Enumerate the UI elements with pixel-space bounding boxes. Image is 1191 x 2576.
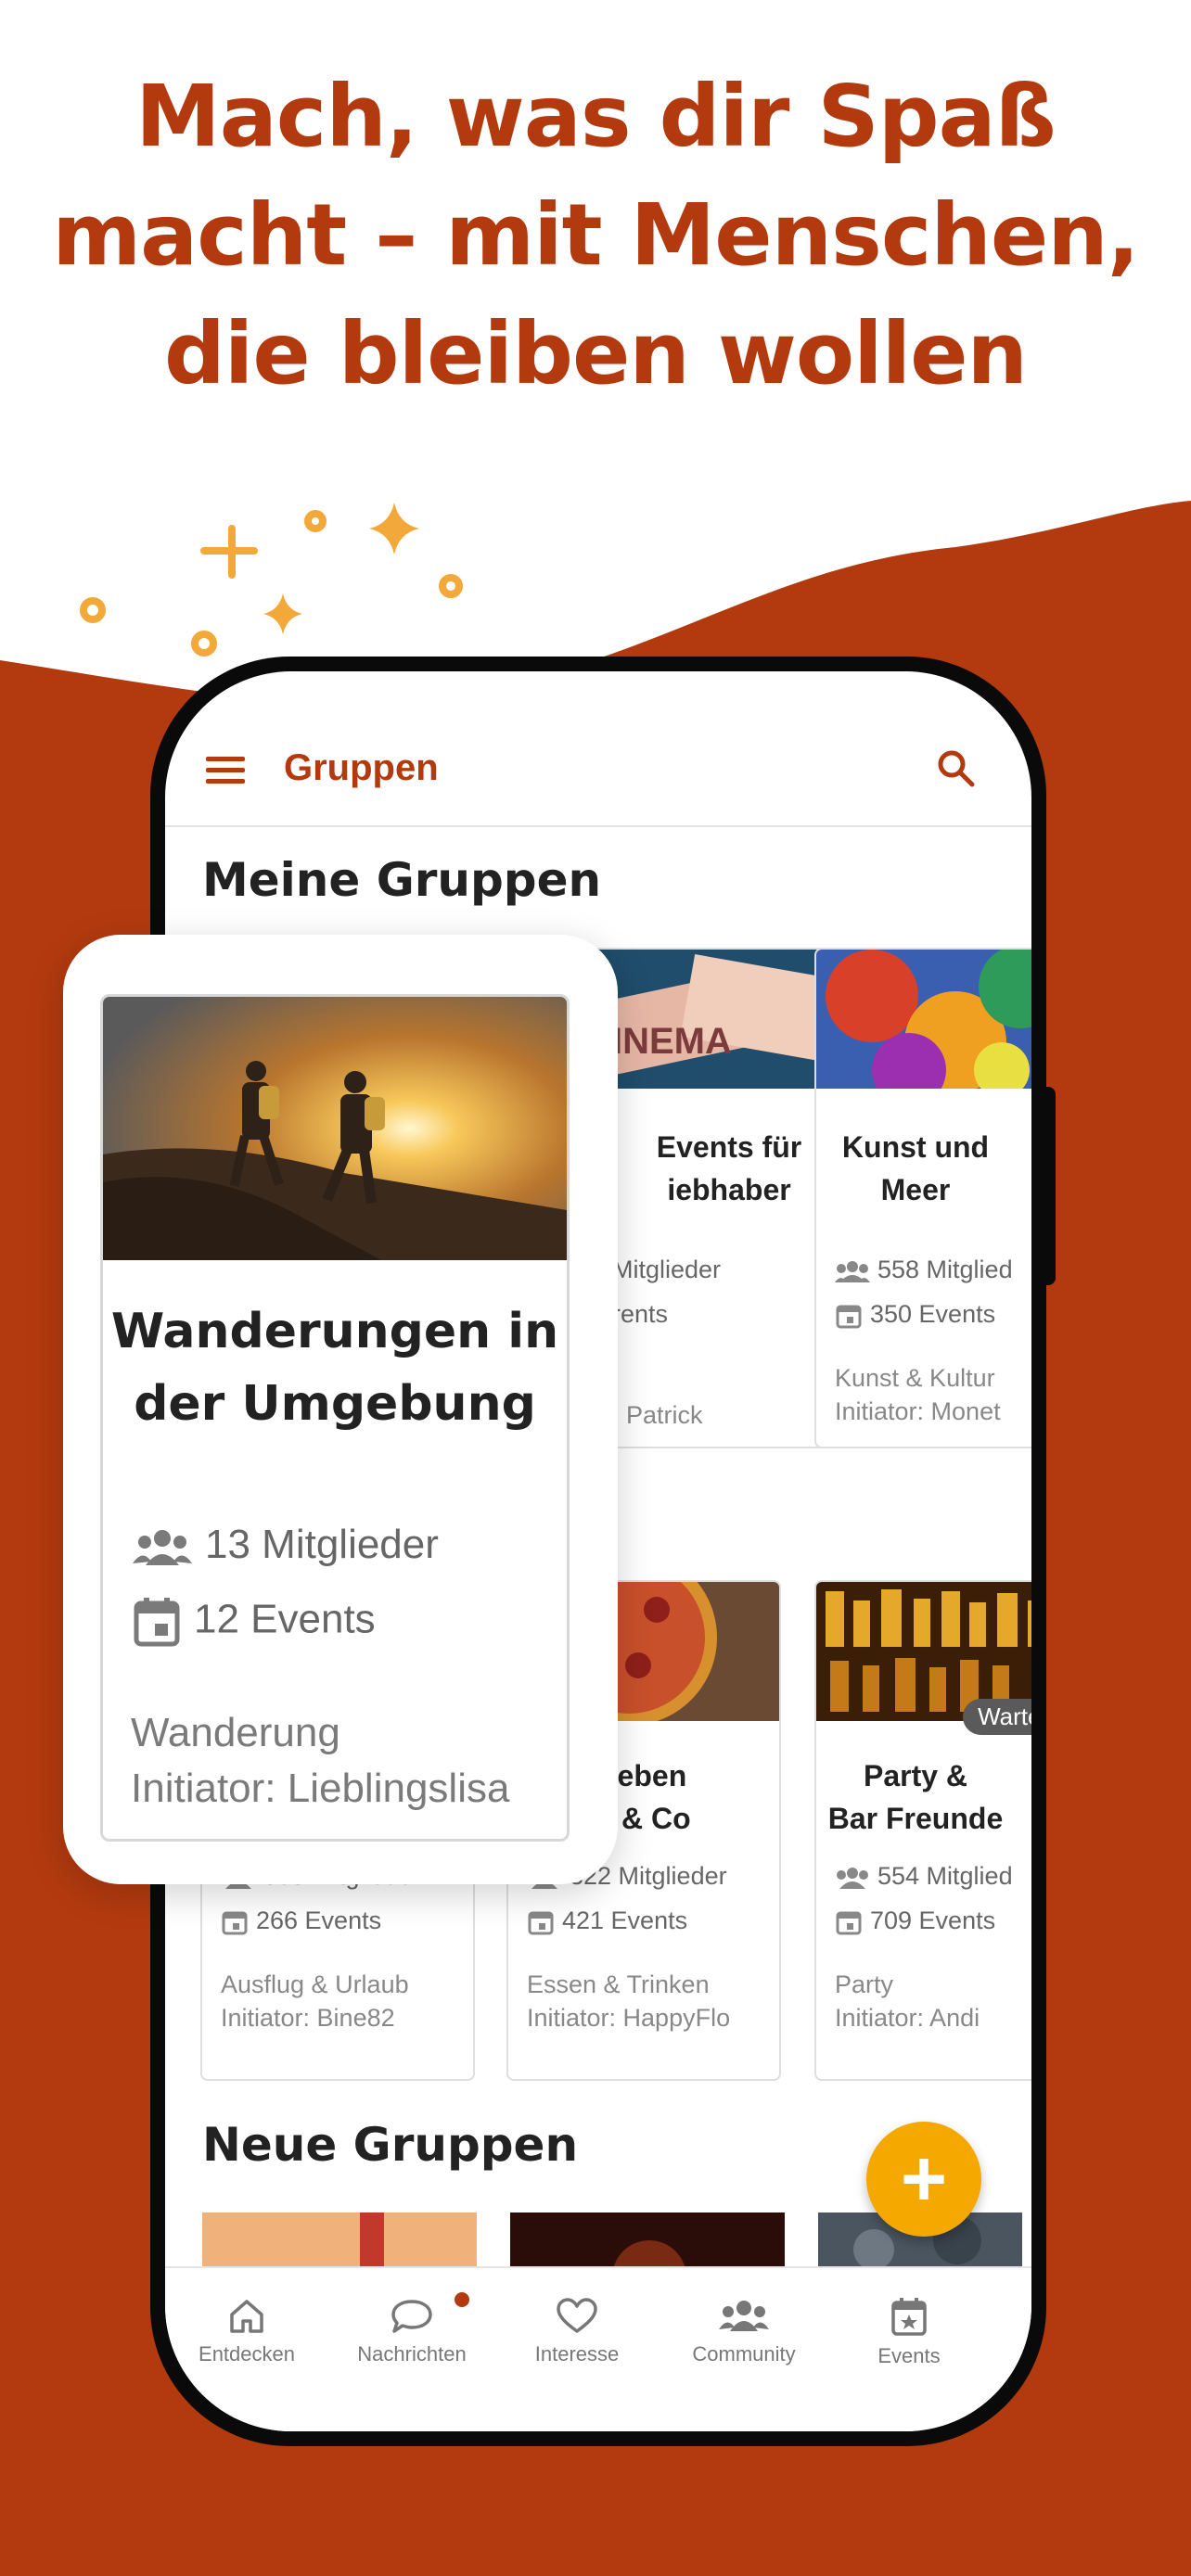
heart-icon bbox=[557, 2298, 597, 2333]
nav-label: Events bbox=[877, 2344, 941, 2367]
add-group-button[interactable]: + bbox=[866, 2122, 981, 2237]
group-image-hiking bbox=[103, 997, 567, 1260]
search-icon[interactable] bbox=[935, 747, 976, 788]
event-count: 12 Events bbox=[133, 1596, 376, 1648]
nav-label: Interesse bbox=[534, 2342, 620, 2366]
featured-group-category: Wanderung Initiator: Lieblingslisa bbox=[131, 1710, 510, 1811]
headline-line-1: Mach, was dir Spaß bbox=[135, 67, 1057, 166]
headline-line-3: die bleiben wollen bbox=[163, 304, 1028, 403]
group-title: Party & Bar Freunde bbox=[827, 1759, 1004, 1835]
group-card[interactable]: Warteli Party &Bar Freunde 554 Mitglied … bbox=[814, 1580, 1031, 2081]
member-count: Mitglieder bbox=[612, 1256, 722, 1283]
people-icon bbox=[719, 2301, 769, 2331]
calendar-icon bbox=[836, 1911, 862, 1935]
member-count: 554 Mitglied bbox=[835, 1862, 1013, 1891]
app-bar: Gruppen bbox=[165, 671, 1031, 827]
app-title: Gruppen bbox=[284, 747, 439, 788]
section-title-new-groups: Neue Gruppen bbox=[202, 2118, 579, 2172]
hamburger-menu-icon[interactable] bbox=[206, 757, 245, 784]
event-count: 350 Events bbox=[835, 1300, 995, 1330]
group-category: Essen & Trinken Initiator: HappyFlo bbox=[527, 1970, 731, 2032]
event-count: 421 Events bbox=[527, 1906, 687, 1936]
nav-item-nachrichten[interactable]: Nachrichten bbox=[328, 2296, 495, 2366]
headline-line-2: macht – mit Menschen, bbox=[52, 185, 1140, 285]
chat-bubble-icon bbox=[391, 2300, 432, 2333]
group-title: Kunst und Meer bbox=[841, 1130, 990, 1206]
group-category: Kunst & Kultur Initiator: Monet bbox=[835, 1364, 1001, 1425]
featured-group-card[interactable]: Wanderungen in der Umgebung 13 Mitglieder… bbox=[63, 935, 618, 1884]
calendar-icon bbox=[836, 1305, 862, 1329]
bottom-navigation: Entdecken Nachrichten Interesse Communit… bbox=[165, 2266, 1031, 2431]
people-icon bbox=[133, 1530, 192, 1566]
section-title-my-groups: Meine Gruppen bbox=[202, 853, 602, 907]
nav-label: Nachrichten bbox=[357, 2342, 467, 2366]
calendar-icon bbox=[528, 1911, 554, 1935]
people-icon bbox=[835, 1260, 870, 1282]
headline: Mach, was dir Spaß macht – mit Menschen,… bbox=[0, 57, 1191, 414]
featured-card-content: Wanderungen in der Umgebung 13 Mitglieder… bbox=[100, 994, 570, 1842]
initiator: : Patrick bbox=[612, 1401, 703, 1429]
nav-item-community[interactable]: Community bbox=[660, 2296, 827, 2366]
event-count: 709 Events bbox=[835, 1906, 995, 1936]
nav-item-events[interactable]: Events bbox=[826, 2296, 992, 2368]
event-count: 266 Events bbox=[221, 1906, 381, 1936]
calendar-icon bbox=[222, 1911, 248, 1935]
nav-label: Entdecken bbox=[198, 2342, 295, 2366]
nav-label: Community bbox=[692, 2342, 796, 2366]
svg-text:INEMA: INEMA bbox=[612, 1021, 732, 1062]
event-count: rents bbox=[612, 1300, 669, 1328]
home-icon bbox=[230, 2300, 263, 2333]
people-icon bbox=[837, 1867, 868, 1889]
member-count: 13 Mitglieder bbox=[133, 1522, 439, 1568]
calendar-icon bbox=[891, 2298, 927, 2336]
unread-indicator-dot bbox=[455, 2292, 469, 2307]
member-count: 558 Mitglied bbox=[835, 1256, 1013, 1284]
waitlist-badge: Warteli bbox=[963, 1699, 1031, 1735]
sparkles-decoration bbox=[80, 503, 463, 657]
group-category: Ausflug & Urlaub Initiator: Bine82 bbox=[221, 1970, 409, 2032]
calendar-icon bbox=[134, 1598, 180, 1647]
phone-side-button bbox=[1043, 1087, 1056, 1285]
group-image-art bbox=[816, 950, 1031, 1089]
group-card[interactable]: Kunst und Meer 558 Mitglied 350 Events Ku… bbox=[814, 948, 1031, 1448]
group-category: Party Initiator: Andi bbox=[835, 1970, 980, 2032]
nav-item-interesse[interactable]: Interesse bbox=[493, 2296, 660, 2366]
featured-group-title: Wanderungen in der Umgebung bbox=[110, 1304, 559, 1432]
nav-item-entdecken[interactable]: Entdecken bbox=[165, 2296, 330, 2366]
